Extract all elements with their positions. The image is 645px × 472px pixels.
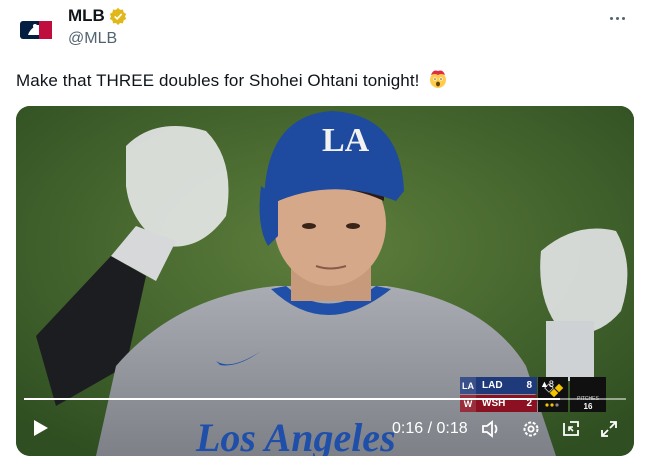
- helmet-logo: LA: [322, 122, 370, 159]
- progress-bar[interactable]: [24, 398, 626, 400]
- tweet-header: MLB @MLB: [0, 0, 645, 56]
- account-handle[interactable]: @MLB: [68, 30, 117, 48]
- account-name-row[interactable]: MLB: [68, 6, 127, 26]
- settings-gear-icon[interactable]: [520, 418, 542, 440]
- volume-icon[interactable]: [480, 418, 502, 440]
- fullscreen-icon[interactable]: [598, 418, 620, 440]
- play-icon[interactable]: [30, 418, 50, 438]
- video-player[interactable]: LA Los Angeles LA LAD 8 W WSH 2 ▲8 16 0:…: [16, 106, 634, 456]
- verified-badge-icon[interactable]: [109, 7, 127, 25]
- video-controls: 0:16 / 0:18: [16, 388, 634, 456]
- time-display: 0:16 / 0:18: [392, 420, 468, 437]
- progress-fill: [24, 398, 560, 400]
- picture-in-picture-icon[interactable]: [560, 418, 582, 440]
- tweet-text: Make that THREE doubles for Shohei Ohtan…: [16, 69, 448, 91]
- tweet-body: Make that THREE doubles for Shohei Ohtan…: [16, 71, 420, 90]
- exploding-head-emoji: [428, 69, 448, 89]
- account-name[interactable]: MLB: [68, 6, 105, 26]
- more-horizontal-icon[interactable]: [603, 8, 631, 28]
- mlb-logo-icon[interactable]: [16, 10, 56, 50]
